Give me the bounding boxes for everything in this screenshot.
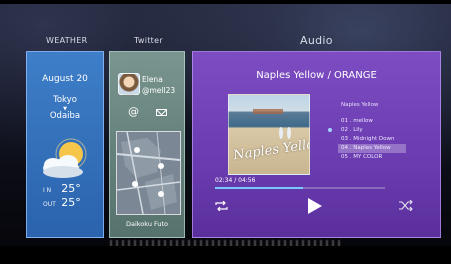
album-name: Naples Yellow: [341, 102, 379, 108]
indoor-temp-row: I N 25°: [43, 182, 81, 195]
progress-bar[interactable]: [215, 187, 385, 189]
track-list: 01 . mellow 02 . Lily 03 . Midnight Down…: [338, 117, 406, 162]
playback-time: 02:34 / 04:56: [215, 177, 256, 184]
twitter-user-name: Elena: [142, 75, 163, 84]
map-thumbnail[interactable]: [116, 131, 181, 215]
progress-fill: [215, 187, 304, 189]
indoor-temp: 25°: [61, 182, 81, 195]
track-item[interactable]: 03 . Midnight Down: [338, 135, 406, 144]
play-icon[interactable]: [307, 197, 323, 215]
partly-cloudy-icon: [43, 138, 87, 178]
track-item-active[interactable]: 04 . Naples Yellow: [338, 144, 406, 153]
avatar[interactable]: [118, 73, 140, 95]
album-cover[interactable]: Naples Yellow: [228, 94, 310, 175]
track-item[interactable]: 02 . Lily: [338, 126, 406, 135]
weather-section-label: WEATHER: [46, 36, 88, 45]
track-item[interactable]: 05 . MY COLOR: [338, 153, 406, 162]
weather-from-city: Tokyo: [53, 95, 77, 105]
outdoor-temp-row: OUT 25°: [43, 196, 81, 209]
mail-icon[interactable]: [156, 109, 167, 116]
frame-bottom: [0, 246, 451, 264]
shuffle-icon[interactable]: [399, 200, 413, 211]
mention-icon[interactable]: @: [128, 105, 139, 118]
twitter-section-label: Twitter: [134, 36, 163, 45]
now-playing-title: Naples Yellow / ORANGE: [256, 70, 377, 81]
twitter-location: Daikoku Futo: [125, 220, 169, 228]
indoor-label: I N: [43, 187, 52, 194]
track-item[interactable]: 01 . mellow: [338, 117, 406, 126]
outdoor-temp: 25°: [61, 196, 81, 209]
frame-top: [0, 0, 451, 4]
weather-date: August 20: [42, 74, 88, 84]
twitter-user-handle: @mell23: [142, 86, 176, 95]
weather-to-city: Odaiba: [49, 111, 81, 121]
audio-section-label: Audio: [300, 34, 333, 47]
audio-panel[interactable]: Naples Yellow / ORANGE Naples Yellow Nap…: [192, 51, 441, 238]
twitter-panel[interactable]: Elena @mell23 @ Daikoku Futo: [109, 51, 185, 238]
weather-panel[interactable]: August 20 Tokyo ▼ Odaiba I N 25° OUT 25°: [26, 51, 104, 238]
outdoor-label: OUT: [43, 201, 56, 208]
repeat-icon[interactable]: [215, 201, 228, 211]
now-playing-indicator-icon: [328, 128, 332, 132]
